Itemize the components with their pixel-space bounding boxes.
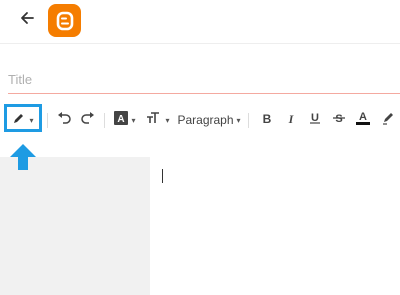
arrow-left-icon: [19, 10, 35, 31]
underline-button[interactable]: U: [307, 108, 323, 132]
text-color-button[interactable]: A: [355, 108, 371, 132]
text-color-icon: A: [356, 110, 370, 130]
editor-left-gutter: [0, 157, 150, 295]
bold-button[interactable]: B: [259, 108, 275, 132]
highlight-annotation-box: [4, 104, 42, 132]
underline-icon: U: [309, 111, 321, 129]
editor-body[interactable]: [150, 157, 400, 295]
strikethrough-button[interactable]: S: [331, 108, 347, 132]
svg-text:U: U: [311, 112, 319, 124]
svg-text:B: B: [263, 112, 272, 124]
font-icon: A: [114, 110, 129, 130]
text-cursor: [162, 169, 163, 183]
highlight-button[interactable]: [379, 108, 397, 132]
chevron-down-icon: ▾: [131, 115, 136, 125]
toolbar-divider: [47, 113, 48, 128]
toolbar-divider: [104, 113, 105, 128]
title-field[interactable]: [8, 66, 400, 94]
svg-text:A: A: [118, 114, 125, 125]
svg-text:A: A: [359, 111, 367, 123]
toolbar: ▾ A ▾ ▾ Paragraph ▾ B I U A: [0, 104, 400, 136]
top-bar: [0, 0, 400, 44]
chevron-down-icon: ▾: [236, 115, 241, 125]
italic-button[interactable]: I: [283, 108, 299, 132]
highlight-icon: [381, 111, 395, 130]
chevron-down-icon: ▾: [165, 115, 170, 125]
bold-icon: B: [262, 111, 272, 129]
text-size-button[interactable]: ▾: [145, 108, 171, 132]
redo-button[interactable]: [79, 108, 97, 132]
undo-button[interactable]: [55, 108, 73, 132]
undo-icon: [57, 111, 71, 129]
font-button[interactable]: A ▾: [113, 108, 137, 132]
title-input[interactable]: [8, 72, 400, 87]
toolbar-divider: [248, 113, 249, 128]
text-size-icon: [146, 111, 162, 130]
back-button[interactable]: [16, 9, 38, 31]
post-editor: ▾ A ▾ ▾ Paragraph ▾: [0, 0, 400, 295]
svg-text:I: I: [288, 112, 295, 124]
redo-icon: [81, 111, 95, 129]
arrow-up-annotation-icon: [8, 142, 38, 172]
paragraph-dropdown[interactable]: Paragraph ▾: [177, 108, 241, 132]
strikethrough-icon: S: [333, 111, 345, 129]
blogger-logo-icon[interactable]: [48, 4, 81, 37]
paragraph-label: Paragraph: [177, 113, 234, 127]
italic-icon: I: [286, 111, 296, 129]
